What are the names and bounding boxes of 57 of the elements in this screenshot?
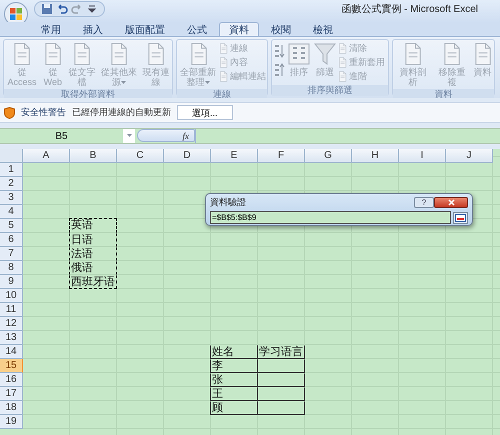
ribbon-tab[interactable]: 版面配置 (115, 22, 175, 37)
column-header[interactable]: H (352, 149, 399, 163)
table-cell: 王 (210, 387, 258, 401)
range-input[interactable]: =$B$5:$B$9 (210, 211, 451, 224)
warning-message: 已經停用連線的自動更新 (72, 106, 171, 119)
ribbon-tab[interactable]: 公式 (177, 22, 217, 37)
column-header[interactable]: G (305, 149, 352, 163)
row-header[interactable]: 19 (0, 415, 23, 429)
ribbon-tab[interactable]: 檢視 (303, 22, 343, 37)
table-cell: 学习语言 (257, 345, 305, 359)
window-title: 函數公式實例 - Microsoft Excel (341, 2, 478, 16)
column-header[interactable]: D (164, 149, 211, 163)
table-cell: 顾 (210, 401, 258, 415)
row-header[interactable]: 9 (0, 275, 23, 289)
sheet-cell: 俄语 (69, 261, 117, 275)
group-label: 連線 (177, 89, 267, 98)
column-header[interactable]: I (399, 149, 446, 163)
row-header[interactable]: 11 (0, 303, 23, 317)
row-header[interactable]: 6 (0, 233, 23, 247)
column-header[interactable]: B (70, 149, 117, 163)
row-header[interactable]: 15 (0, 359, 23, 373)
options-button[interactable]: 選項... (177, 105, 233, 120)
column-header[interactable]: C (117, 149, 164, 163)
row-header[interactable]: 5 (0, 219, 23, 233)
row-header[interactable]: 13 (0, 331, 23, 345)
row-header[interactable]: 1 (0, 163, 23, 177)
row-header[interactable]: 12 (0, 317, 23, 331)
column-header[interactable]: J (446, 149, 493, 163)
row-header[interactable]: 17 (0, 387, 23, 401)
sheet-cell: 日语 (69, 233, 117, 247)
row-header[interactable]: 3 (0, 191, 23, 205)
warning-title: 安全性警告 (21, 106, 66, 119)
row-header[interactable]: 8 (0, 261, 23, 275)
row-header[interactable]: 18 (0, 401, 23, 415)
row-header[interactable]: 10 (0, 289, 23, 303)
help-button[interactable]: ? (414, 197, 434, 208)
ribbon-tab[interactable]: 資料 (219, 22, 259, 37)
row-header[interactable]: 4 (0, 205, 23, 219)
row-header[interactable]: 14 (0, 345, 23, 359)
table-cell: 姓名 (210, 345, 258, 359)
column-header[interactable]: F (258, 149, 305, 163)
ribbon-tab[interactable]: 校閱 (261, 22, 301, 37)
row-header[interactable]: 7 (0, 247, 23, 261)
group-label: 排序與篩選 (272, 85, 388, 96)
row-header[interactable]: 16 (0, 373, 23, 387)
column-header[interactable]: E (211, 149, 258, 163)
table-cell: 张 (210, 373, 258, 387)
column-header[interactable]: A (23, 149, 70, 163)
row-header[interactable]: 2 (0, 177, 23, 191)
ribbon-tab[interactable]: 常用 (31, 22, 71, 37)
insert-function-button[interactable]: fx (137, 129, 195, 142)
ribbon-tab[interactable]: 插入 (73, 22, 113, 37)
sheet-cell: 西班牙语 (69, 275, 117, 289)
table-cell: 李 (210, 359, 258, 373)
sheet-cell: 法语 (69, 247, 117, 261)
sheet-cell: 英语 (69, 218, 117, 233)
dialog-title: 資料驗證 (210, 196, 246, 209)
